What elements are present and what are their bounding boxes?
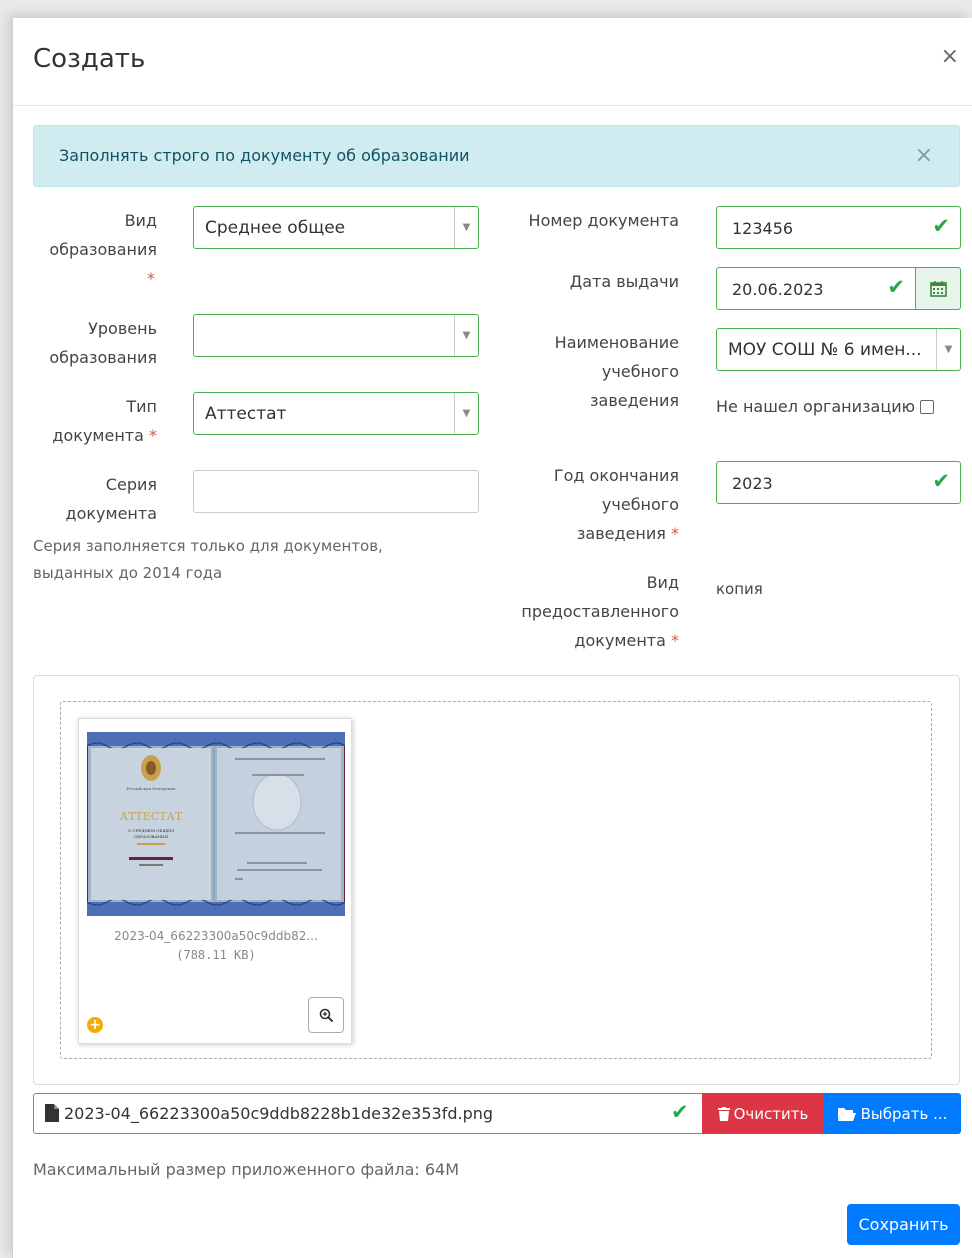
edu-level-select[interactable]: ▼ xyxy=(193,314,479,357)
calendar-icon xyxy=(929,281,947,297)
doc-series-input[interactable] xyxy=(193,470,479,513)
edu-level-label: Уровень образования xyxy=(49,319,157,367)
doc-number-input[interactable]: 123456 ✔ xyxy=(716,206,961,249)
provided-doc-label: Вид предоставленного документа * xyxy=(521,573,679,650)
svg-text:Российская Федерация: Российская Федерация xyxy=(126,786,176,791)
choose-file-button[interactable]: Выбрать ... xyxy=(824,1093,961,1134)
svg-text:ОБРАЗОВАНИИ: ОБРАЗОВАНИИ xyxy=(134,834,169,839)
doc-type-label: Тип документа * xyxy=(52,397,157,445)
edu-type-select[interactable]: Среднее общее ▼ xyxy=(193,206,479,249)
clear-button[interactable]: Очистить xyxy=(702,1093,824,1134)
alert-text: Заполнять строго по документу об образов… xyxy=(59,146,470,165)
not-found-org-row[interactable]: Не нашел организацию xyxy=(716,397,935,416)
check-icon: ✔ xyxy=(932,469,950,493)
chevron-down-icon: ▼ xyxy=(936,329,960,370)
issue-date-label: Дата выдачи xyxy=(569,272,679,291)
grad-year-label: Год окончания учебного заведения * xyxy=(553,466,679,543)
zoom-button[interactable] xyxy=(308,997,344,1033)
file-preview-card: Российская Федерация АТТЕСТАТ О СРЕДНЕМ … xyxy=(78,718,352,1044)
chevron-down-icon: ▼ xyxy=(454,207,478,248)
institution-label: Наименование учебного заведения xyxy=(554,333,679,410)
modal-header: Создать × xyxy=(13,18,972,106)
plus-circle-icon: + xyxy=(87,1017,103,1033)
doc-type-select[interactable]: Аттестат ▼ xyxy=(193,392,479,435)
series-help-text: Серия заполняется только для документов,… xyxy=(33,537,383,582)
check-icon: ✔ xyxy=(932,214,950,238)
file-dropzone[interactable]: Российская Федерация АТТЕСТАТ О СРЕДНЕМ … xyxy=(60,701,932,1059)
create-modal: Создать × Заполнять строго по документу … xyxy=(12,18,972,1258)
trash-icon xyxy=(717,1106,730,1121)
preview-file-name: 2023-04_66223300a50c9ddb82... xyxy=(114,929,318,943)
svg-text:О СРЕДНЕМ ОБЩЕМ: О СРЕДНЕМ ОБЩЕМ xyxy=(128,828,174,833)
calendar-button[interactable] xyxy=(915,267,961,310)
institution-select[interactable]: МОУ СОШ № 6 имен... ▼ xyxy=(716,328,961,371)
selected-file-name: 2023-04_66223300a50c9ddb8228b1de32e353fd… xyxy=(64,1104,494,1123)
info-alert: Заполнять строго по документу об образов… xyxy=(33,125,960,187)
modal-title: Создать xyxy=(33,44,146,74)
alert-close-icon[interactable]: × xyxy=(915,143,933,168)
chevron-down-icon: ▼ xyxy=(454,315,478,356)
grad-year-input[interactable]: 2023 ✔ xyxy=(716,461,961,504)
check-icon: ✔ xyxy=(887,275,905,299)
file-input-group[interactable]: 2023-04_66223300a50c9ddb8228b1de32e353fd… xyxy=(33,1093,961,1134)
folder-open-icon xyxy=(837,1107,856,1121)
preview-file-size: (788.11 KB) xyxy=(176,948,256,962)
close-icon[interactable]: × xyxy=(941,44,959,69)
svg-text:АТТЕСТАТ: АТТЕСТАТ xyxy=(120,810,183,823)
not-found-org-checkbox[interactable] xyxy=(920,399,935,414)
certificate-preview-image: Российская Федерация АТТЕСТАТ О СРЕДНЕМ … xyxy=(87,732,345,916)
check-icon: ✔ xyxy=(671,1100,689,1124)
zoom-in-icon xyxy=(319,1008,333,1022)
provided-doc-value: копия xyxy=(716,580,763,598)
doc-series-label: Серия документа xyxy=(65,475,157,523)
file-icon xyxy=(45,1104,59,1122)
doc-number-label: Номер документа xyxy=(528,211,679,230)
edu-type-label: Вид образования * xyxy=(49,211,157,288)
save-button[interactable]: Сохранить xyxy=(847,1204,960,1245)
issue-date-input[interactable]: 20.06.2023 ✔ xyxy=(716,267,916,310)
upload-panel: Российская Федерация АТТЕСТАТ О СРЕДНЕМ … xyxy=(33,675,960,1085)
chevron-down-icon: ▼ xyxy=(454,393,478,434)
max-file-size-note: Максимальный размер приложенного файла: … xyxy=(33,1160,460,1179)
